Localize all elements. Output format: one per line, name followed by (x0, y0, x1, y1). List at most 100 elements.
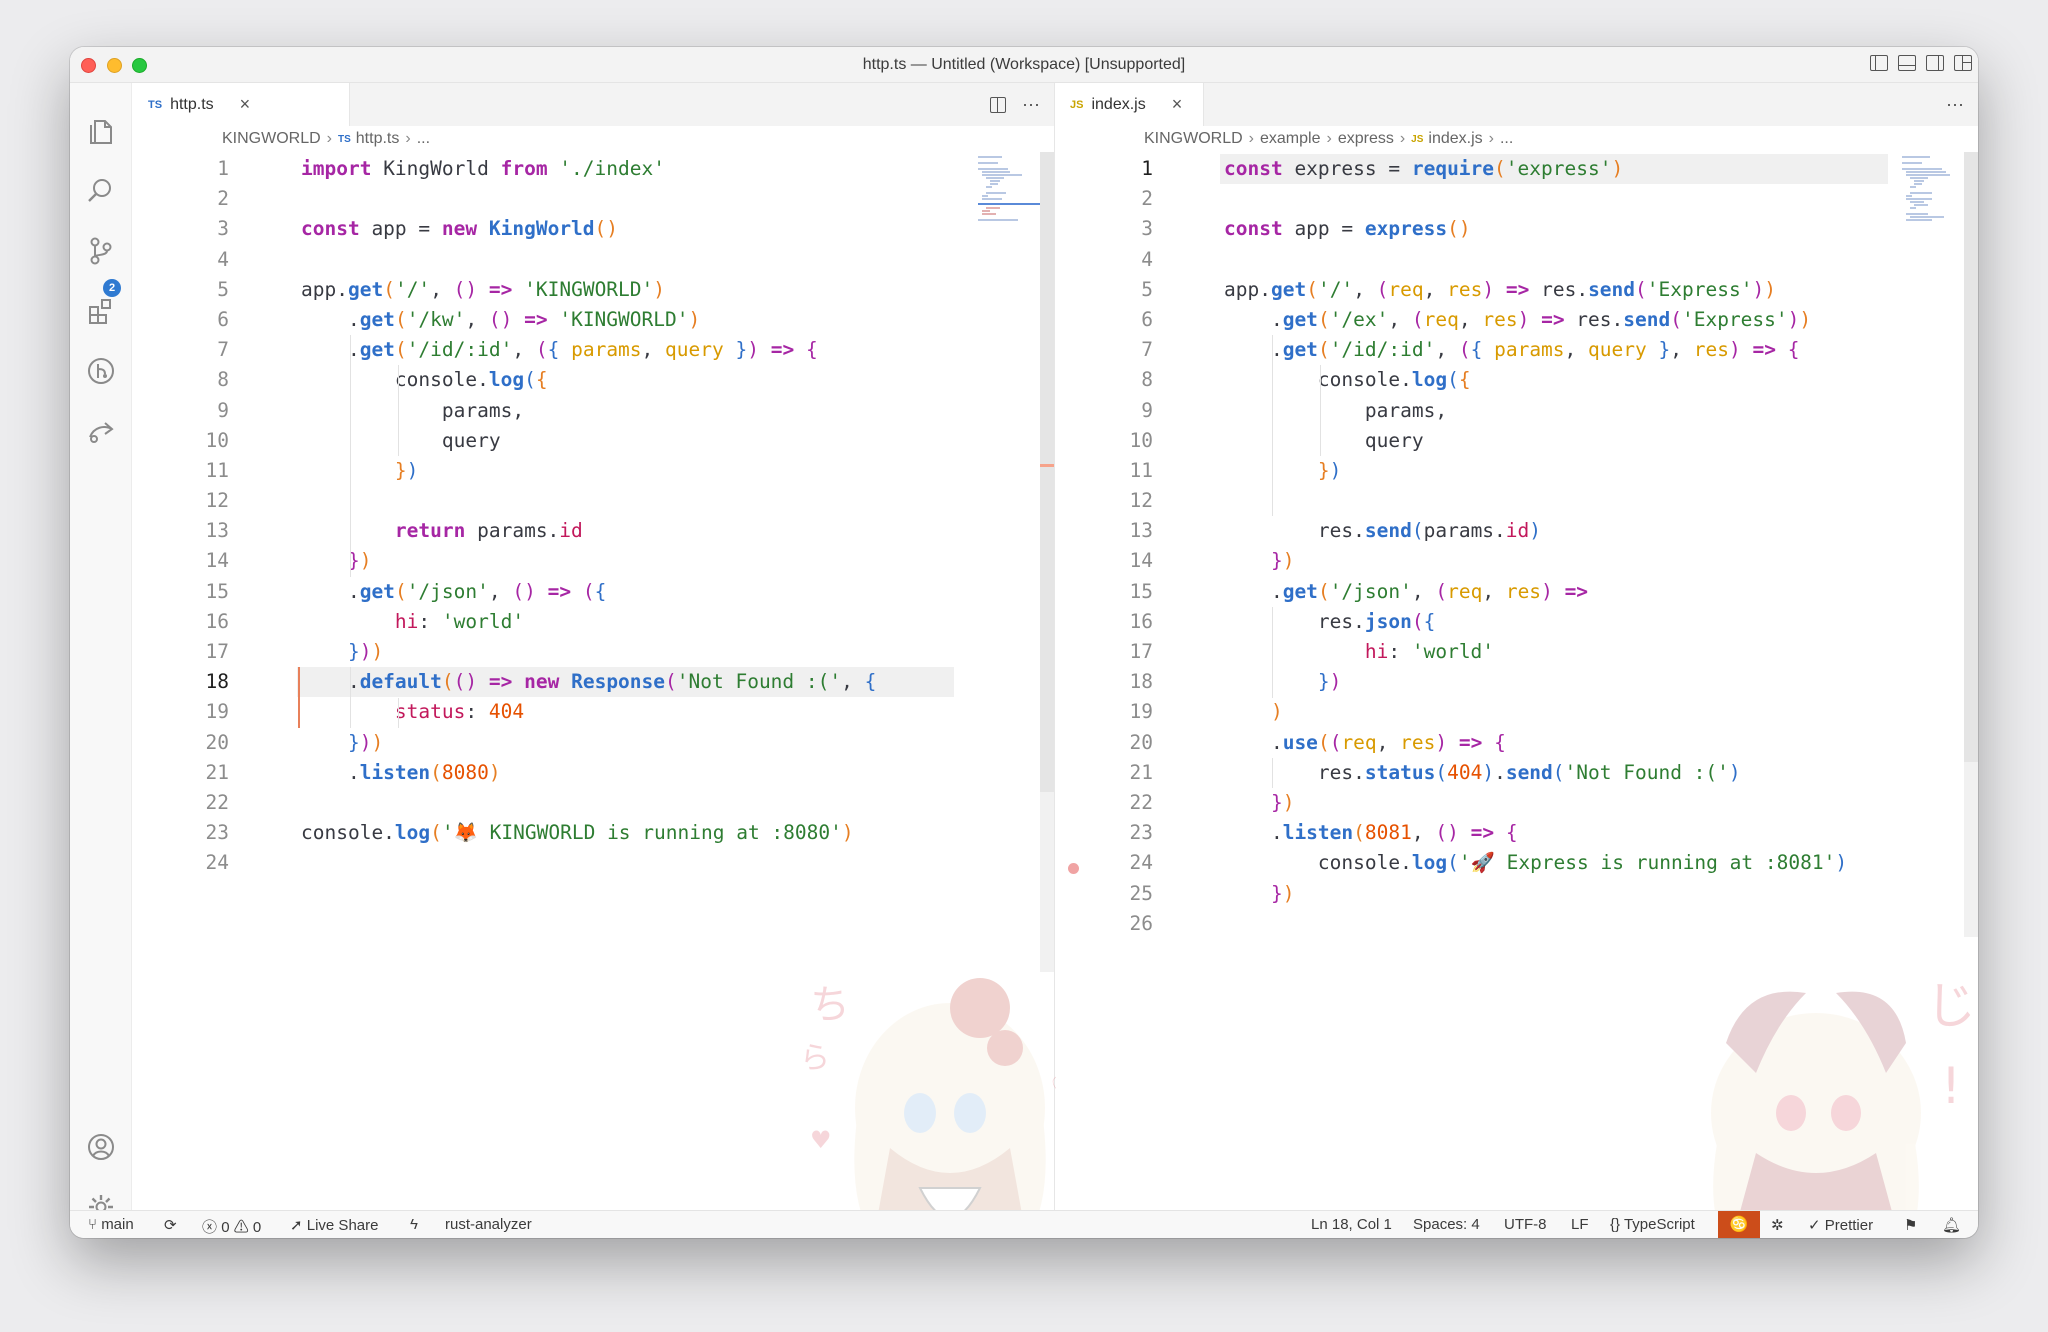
breakpoint-icon[interactable] (1068, 863, 1079, 874)
notifications-bell-icon[interactable]: 🔔︎ (1942, 1216, 1961, 1234)
accounts-icon[interactable] (85, 1131, 117, 1163)
code-line[interactable]: 2 (1056, 184, 1978, 214)
code-line[interactable]: 23 .listen(8081, () => { (1056, 818, 1978, 848)
breadcrumb-file[interactable]: http.ts (356, 130, 400, 148)
code-line[interactable]: 11 }) (1056, 456, 1978, 486)
code-line[interactable]: 21 .listen(8080) (132, 758, 1054, 788)
code-line[interactable]: 2 (132, 184, 1054, 214)
code-line[interactable]: 17 hi: 'world' (1056, 637, 1978, 667)
feedback-icon[interactable]: ⚑ (1904, 1216, 1917, 1234)
code-line[interactable]: 3 const app = express() (1056, 214, 1978, 244)
tab-index-js[interactable]: JS index.js × (1056, 83, 1204, 126)
code-editor-right[interactable]: 1 const express = require('express') 2 3 con… (1056, 154, 1978, 939)
code-line[interactable]: 24 (132, 848, 1054, 878)
breadcrumb-root[interactable]: KINGWORLD (222, 130, 321, 148)
remote-explorer-icon[interactable] (85, 415, 117, 447)
code-line[interactable]: 16 res.json({ (1056, 607, 1978, 637)
toggle-secondary-sidebar-icon[interactable] (1926, 55, 1944, 71)
code-line[interactable]: 9 params, (132, 396, 1054, 426)
code-line[interactable]: 5 app.get('/', () => 'KINGWORLD') (132, 275, 1054, 305)
code-line[interactable]: 11 }) (132, 456, 1054, 486)
minimap-left[interactable] (978, 154, 1040, 224)
end-of-line[interactable]: LF (1571, 1216, 1589, 1233)
code-line[interactable]: 21 res.status(404).send('Not Found :(') (1056, 758, 1978, 788)
scrollbar-thumb-left[interactable] (1040, 152, 1054, 792)
code-line[interactable]: 3 const app = new KingWorld() (132, 214, 1054, 244)
extensions-icon[interactable] (85, 295, 117, 327)
code-line[interactable]: 20 })) (132, 728, 1054, 758)
code-line[interactable]: 17 })) (132, 637, 1054, 667)
code-line[interactable]: 14 }) (1056, 546, 1978, 576)
code-line[interactable]: 18 }) (1056, 667, 1978, 697)
breadcrumb-symbol[interactable]: ... (1500, 130, 1513, 148)
breadcrumb-symbol[interactable]: ... (417, 130, 430, 148)
code-line[interactable]: 19 status: 404 (132, 697, 1054, 727)
code-line[interactable]: 26 (1056, 909, 1978, 939)
toggle-panel-icon[interactable] (1898, 55, 1916, 71)
code-line[interactable]: 24 console.log('🚀 Express is running at … (1056, 848, 1978, 878)
code-line[interactable]: 6 .get('/kw', () => 'KINGWORLD') (132, 305, 1054, 335)
code-line[interactable]: 8 console.log({ (1056, 365, 1978, 395)
code-line[interactable]: 18 .default(() => new Response('Not Foun… (132, 667, 1054, 698)
minimap-right[interactable] (1902, 154, 1964, 224)
encoding[interactable]: UTF-8 (1504, 1216, 1547, 1233)
language-mode[interactable]: {} TypeScript (1610, 1216, 1695, 1233)
branch-indicator[interactable]: ⑂ main (88, 1216, 134, 1233)
code-line[interactable]: 6 .get('/ex', (req, res) => res.send('Ex… (1056, 305, 1978, 335)
code-line[interactable]: 14 }) (132, 546, 1054, 576)
lightning-icon[interactable]: ϟ (410, 1216, 418, 1233)
search-icon[interactable] (85, 175, 117, 207)
code-line[interactable]: 23 console.log('🦊 KINGWORLD is running at… (132, 818, 1054, 848)
code-line[interactable]: 4 (132, 245, 1054, 275)
breadcrumb-file[interactable]: index.js (1428, 130, 1482, 148)
code-line[interactable]: 22 }) (1056, 788, 1978, 818)
code-line[interactable]: 5 app.get('/', (req, res) => res.send('Ex… (1056, 275, 1978, 305)
code-line[interactable]: 9 params, (1056, 396, 1978, 426)
code-line[interactable]: 10 query (1056, 426, 1978, 456)
gear-status-icon[interactable]: ✲ (1771, 1216, 1784, 1234)
code-editor-left[interactable]: 1 import KingWorld from './index' 2 3 const … (132, 154, 1054, 879)
code-line[interactable]: 22 (132, 788, 1054, 818)
code-line[interactable]: 13 res.send(params.id) (1056, 516, 1978, 546)
code-line[interactable]: 7 .get('/id/:id', ({ params, query }) =>… (132, 335, 1054, 365)
rust-analyzer-status[interactable]: rust-analyzer (445, 1216, 532, 1233)
code-line[interactable]: 10 query (132, 426, 1054, 456)
source-control-icon[interactable] (85, 235, 117, 267)
indentation[interactable]: Spaces: 4 (1413, 1216, 1480, 1233)
code-line[interactable]: 12 (1056, 486, 1978, 516)
code-line[interactable]: 15 .get('/json', (req, res) => (1056, 577, 1978, 607)
code-line[interactable]: 1 import KingWorld from './index' (132, 154, 1054, 184)
scrollbar-right[interactable] (1964, 152, 1978, 937)
code-line[interactable]: 12 (132, 486, 1054, 516)
code-line[interactable]: 19 ) (1056, 697, 1978, 727)
code-line[interactable]: 13 return params.id (132, 516, 1054, 546)
code-line[interactable]: 7 .get('/id/:id', ({ params, query }, re… (1056, 335, 1978, 365)
scrollbar-left[interactable] (1040, 152, 1054, 972)
code-line[interactable]: 15 .get('/json', () => ({ (132, 577, 1054, 607)
code-line[interactable]: 20 .use((req, res) => { (1056, 728, 1978, 758)
sync-icon[interactable]: ⟳ (164, 1216, 177, 1234)
copilot-icon[interactable]: ♋ (1718, 1211, 1760, 1238)
cursor-position[interactable]: Ln 18, Col 1 (1311, 1216, 1392, 1233)
customize-layout-icon[interactable] (1954, 55, 1972, 71)
close-icon[interactable]: × (240, 94, 251, 115)
toggle-primary-sidebar-icon[interactable] (1870, 55, 1888, 71)
breadcrumb-folder[interactable]: express (1338, 130, 1394, 148)
more-actions-icon[interactable]: ⋯ (1946, 95, 1964, 116)
git-graph-icon[interactable] (85, 355, 117, 387)
more-actions-icon[interactable]: ⋯ (1022, 95, 1040, 116)
split-editor-icon[interactable] (990, 97, 1006, 113)
explorer-icon[interactable] (85, 115, 117, 147)
problems-indicator[interactable]: ⓧ 0 ⚠ 0 (202, 1216, 261, 1237)
prettier-status[interactable]: ✓ Prettier (1808, 1216, 1873, 1234)
tab-http-ts[interactable]: TS http.ts × (132, 83, 350, 126)
code-line[interactable]: 1 const express = require('express') (1056, 154, 1978, 185)
close-icon[interactable]: × (1172, 94, 1183, 115)
breadcrumb-folder[interactable]: example (1260, 130, 1320, 148)
code-line[interactable]: 16 hi: 'world' (132, 607, 1054, 637)
live-share-button[interactable]: ➚ Live Share (290, 1216, 378, 1234)
code-line[interactable]: 4 (1056, 245, 1978, 275)
code-line[interactable]: 8 console.log({ (132, 365, 1054, 395)
scrollbar-thumb-right[interactable] (1964, 152, 1978, 762)
breadcrumb-root[interactable]: KINGWORLD (1144, 130, 1243, 148)
